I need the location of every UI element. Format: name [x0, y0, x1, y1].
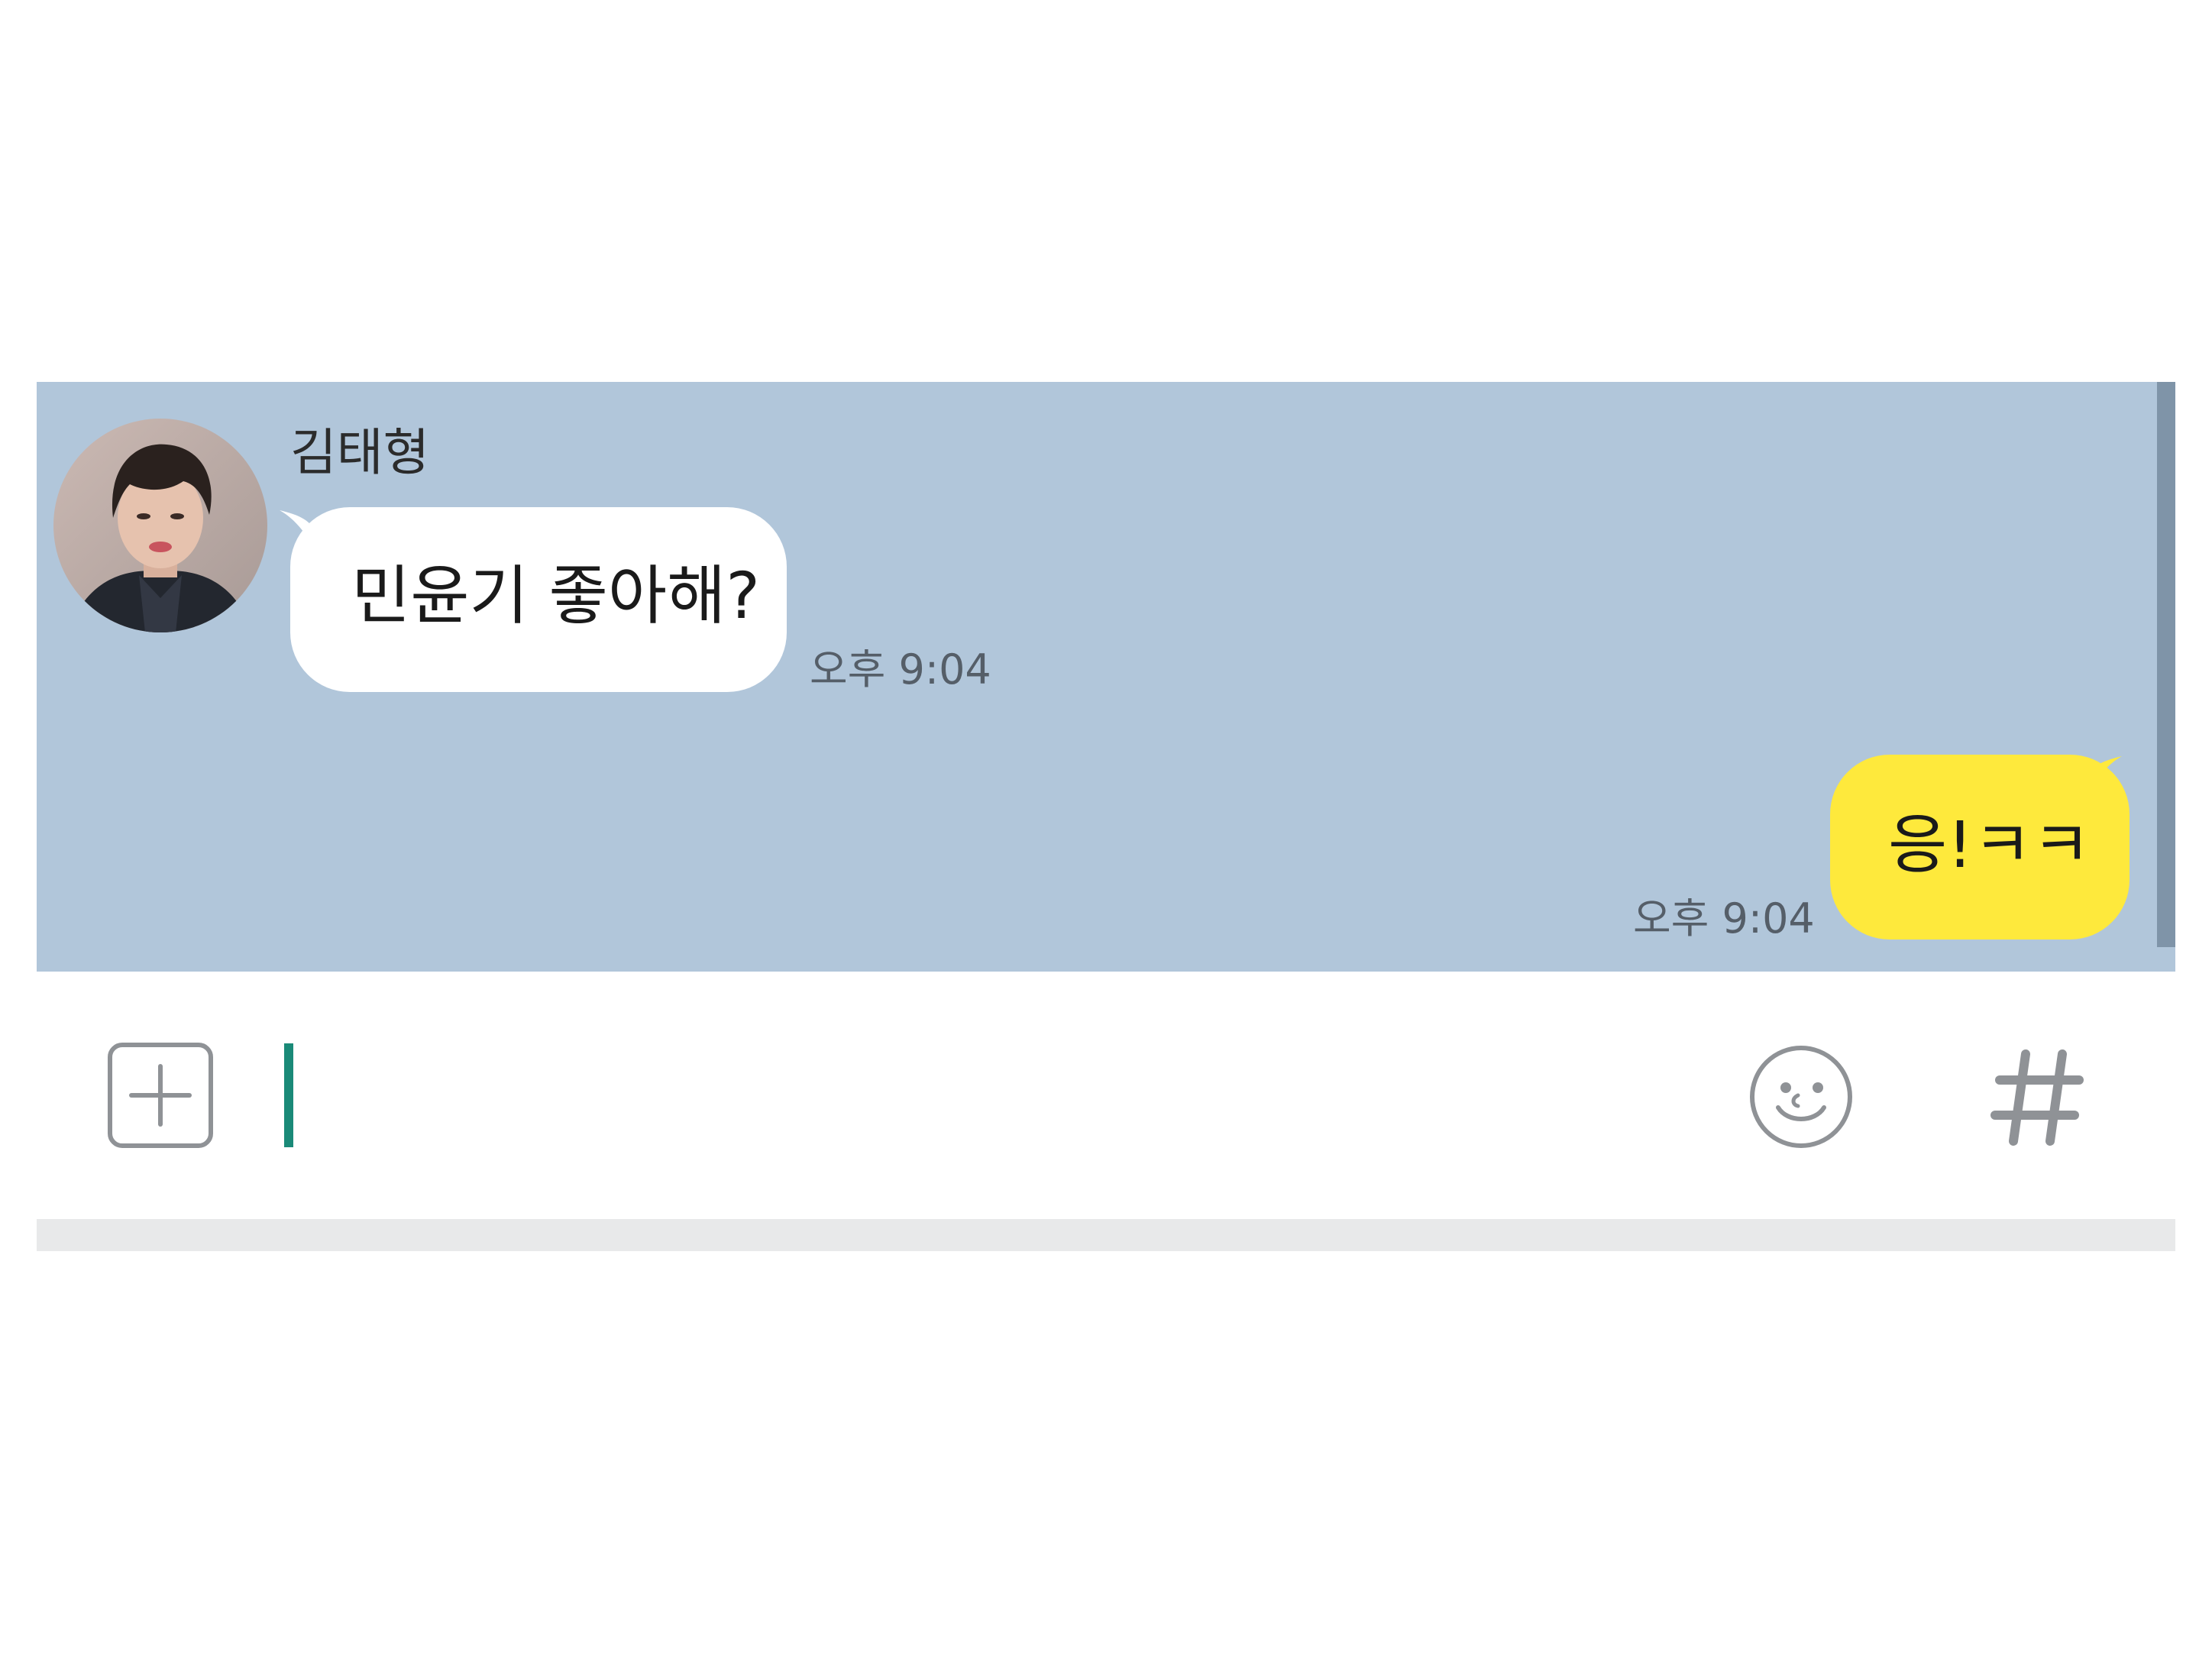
- hash-button[interactable]: [1983, 1043, 2090, 1150]
- emoji-button[interactable]: [1748, 1043, 1855, 1150]
- outgoing-message-bubble[interactable]: 응!ㅋㅋ: [1830, 755, 2130, 939]
- outgoing-message-time: 오후 9:04: [1633, 894, 1815, 943]
- message-input-bar: [37, 972, 2175, 1219]
- incoming-message-time: 오후 9:04: [810, 645, 991, 694]
- attach-button[interactable]: [107, 1042, 214, 1149]
- bottom-divider: [37, 1219, 2175, 1251]
- incoming-message-bubble[interactable]: 민윤기 좋아해?: [290, 507, 787, 692]
- outgoing-message-text: 응!ㅋㅋ: [1888, 807, 2091, 882]
- text-caret: [284, 1043, 293, 1147]
- sender-avatar[interactable]: [53, 419, 267, 632]
- incoming-message-text: 민윤기 좋아해?: [351, 558, 760, 633]
- sender-name: 김태형: [290, 423, 430, 482]
- chat-messages-area: 김태형 민윤기 좋아해? 오후 9:04 응!ㅋㅋ 오후 9:04: [37, 382, 2175, 972]
- smiley-icon: [1750, 1046, 1852, 1148]
- hash-icon: [1990, 1049, 2084, 1146]
- message-input[interactable]: [284, 1042, 1720, 1149]
- plus-square-icon: [108, 1043, 213, 1148]
- chat-scrollbar[interactable]: [2157, 382, 2175, 947]
